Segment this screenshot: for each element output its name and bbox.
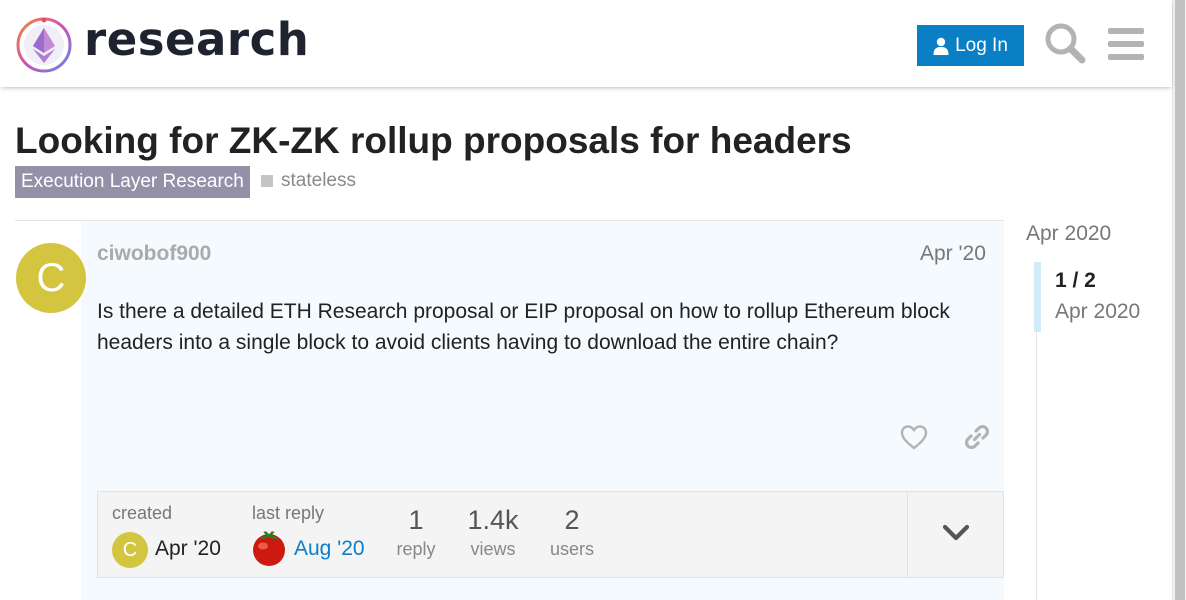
topic-map: created C Apr '20 last reply Aug '20 1 r…	[97, 491, 1004, 578]
post-content: Is there a detailed ETH Research proposa…	[97, 300, 950, 354]
scrollbar-thumb[interactable]	[1175, 0, 1185, 600]
post-username[interactable]: ciwobof900	[97, 242, 211, 266]
author-avatar[interactable]: C	[16, 243, 86, 313]
timeline-handle[interactable]	[1034, 262, 1041, 332]
created-avatar-letter: C	[122, 538, 138, 561]
created-avatar[interactable]: C	[112, 532, 148, 568]
stat-replies-label: reply	[396, 539, 436, 559]
share-link-icon[interactable]	[963, 423, 991, 451]
chevron-down-icon[interactable]	[942, 522, 970, 544]
topic-map-divider	[907, 492, 908, 577]
like-heart-icon[interactable]	[900, 424, 928, 450]
search-icon[interactable]	[1044, 22, 1086, 64]
post-date[interactable]: Apr '20	[920, 242, 986, 266]
timeline-current-date: Apr 2020	[1055, 300, 1141, 323]
created-date: Apr '20	[155, 537, 221, 560]
tag-square-icon	[261, 175, 273, 187]
login-label: Log In	[955, 34, 1008, 56]
site-brand[interactable]: research	[84, 13, 309, 66]
site-header: research Log In	[0, 0, 1172, 87]
timeline-start-date[interactable]: Apr 2020	[1026, 222, 1111, 246]
last-reply-label: last reply	[252, 503, 325, 523]
avatar-letter: C	[36, 255, 66, 300]
topic-title[interactable]: Looking for ZK-ZK rollup proposals for h…	[15, 120, 852, 162]
tag-label: stateless	[281, 170, 356, 191]
user-icon	[933, 37, 949, 55]
stat-views-label: views	[470, 539, 516, 559]
ethresearch-logo-icon[interactable]	[15, 16, 73, 74]
category-badge[interactable]: Execution Layer Research	[15, 166, 250, 198]
page-scrollbar[interactable]	[1172, 0, 1186, 600]
stat-users-label: users	[549, 539, 594, 559]
stat-views-value: 1.4k	[467, 505, 519, 535]
tag-stateless[interactable]: stateless	[261, 170, 356, 192]
timeline-position: 1 / 2	[1055, 269, 1096, 292]
last-reply-avatar[interactable]	[251, 531, 287, 567]
last-reply-date[interactable]: Aug '20	[294, 537, 365, 561]
stat-users-value: 2	[564, 505, 580, 535]
created-label: created	[112, 503, 173, 523]
login-button[interactable]: Log In	[917, 25, 1024, 66]
stat-replies-value: 1	[408, 505, 424, 535]
hamburger-menu-icon[interactable]	[1107, 27, 1145, 61]
